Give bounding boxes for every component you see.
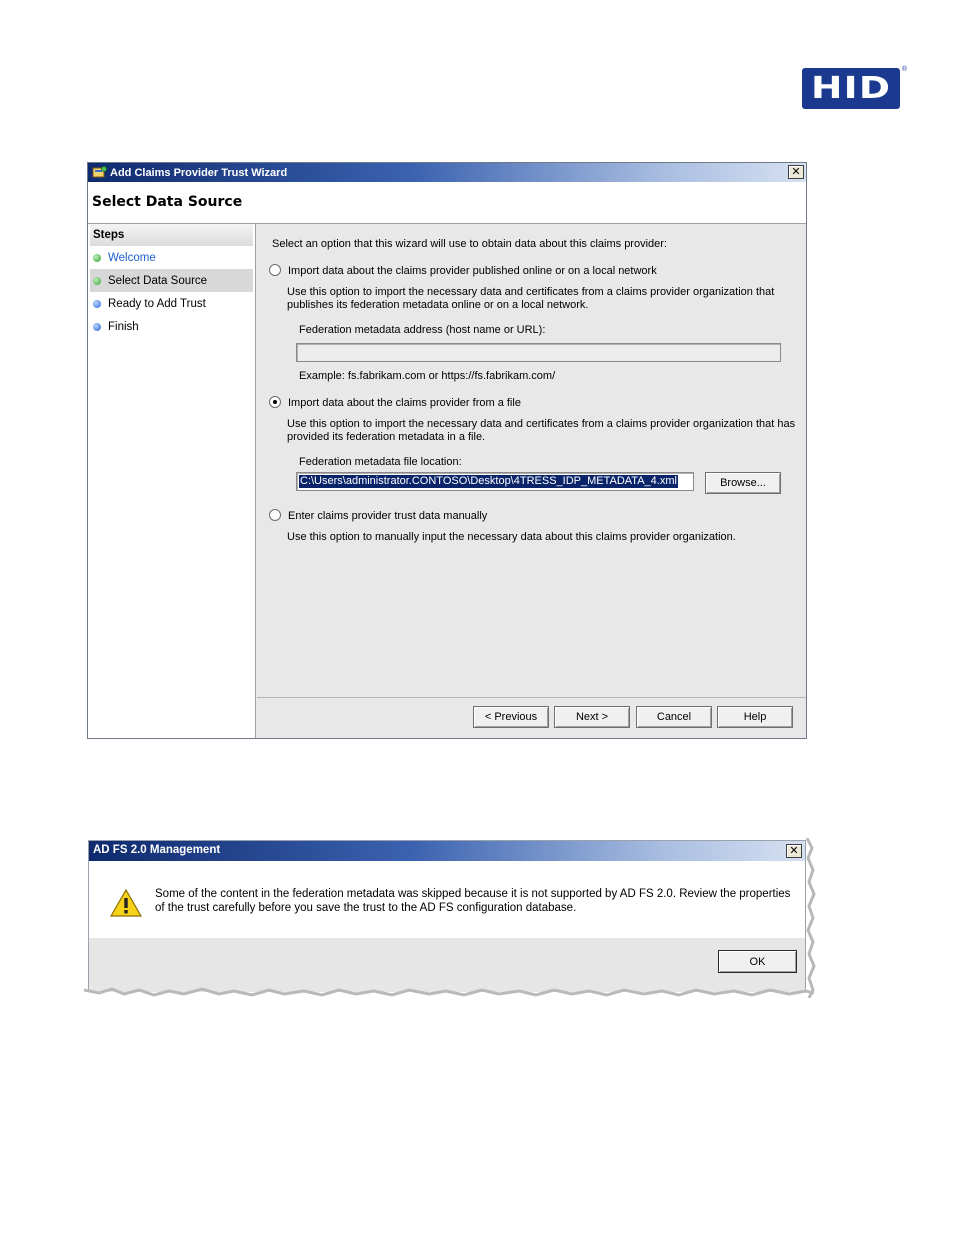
steps-panel: Steps Welcome Select Data Source Ready t…	[88, 224, 256, 738]
option-manual-label[interactable]: Enter claims provider trust data manuall…	[288, 510, 487, 522]
torn-edge-right	[805, 838, 816, 998]
hid-logo: HID ®	[802, 66, 907, 109]
wizard-header: Select Data Source	[88, 182, 806, 224]
registered-mark: ®	[901, 66, 907, 73]
step-label: Select Data Source	[108, 274, 208, 287]
step-current-icon	[93, 276, 101, 285]
option-manual-desc: Use this option to manually input the ne…	[287, 531, 736, 543]
browse-button[interactable]: Browse...	[705, 472, 781, 494]
adfs-management-message-box: AD FS 2.0 Management ✕ Some of the conte…	[88, 840, 806, 992]
option-online-label[interactable]: Import data about the claims provider pu…	[288, 265, 657, 277]
metadata-address-label: Federation metadata address (host name o…	[299, 324, 546, 336]
claims-provider-trust-wizard: Add Claims Provider Trust Wizard ✕ Selec…	[87, 162, 807, 739]
message-line-2: of the trust carefully before you save t…	[155, 902, 577, 914]
cancel-button[interactable]: Cancel	[636, 706, 712, 728]
radio-import-file[interactable]	[269, 396, 281, 408]
torn-edge-bottom	[84, 987, 814, 997]
file-location-label: Federation metadata file location:	[299, 456, 462, 468]
close-icon: ✕	[789, 844, 799, 857]
next-button[interactable]: Next >	[554, 706, 630, 728]
option-online-desc-1: Use this option to import the necessary …	[287, 286, 775, 298]
wizard-titlebar[interactable]: Add Claims Provider Trust Wizard ✕	[88, 163, 806, 182]
wizard-title: Add Claims Provider Trust Wizard	[110, 166, 288, 179]
metadata-address-input[interactable]	[296, 343, 781, 362]
file-location-input[interactable]: C:\Users\administrator.CONTOSO\Desktop\4…	[296, 472, 694, 491]
help-button[interactable]: Help	[717, 706, 793, 728]
message-text: Some of the content in the federation me…	[155, 887, 795, 915]
intro-text: Select an option that this wizard will u…	[272, 238, 667, 250]
metadata-address-example: Example: fs.fabrikam.com or https://fs.f…	[299, 370, 556, 382]
message-box-close-button[interactable]: ✕	[786, 844, 802, 858]
step-complete-icon	[93, 253, 101, 262]
option-file-desc-2: provided its federation metadata in a fi…	[287, 431, 486, 443]
radio-import-online[interactable]	[269, 264, 281, 276]
step-label: Welcome	[108, 251, 156, 264]
wizard-button-bar: < Previous Next > Cancel Help	[257, 697, 806, 738]
step-select-data-source[interactable]: Select Data Source	[90, 269, 253, 292]
ok-button[interactable]: OK	[718, 950, 797, 973]
previous-button[interactable]: < Previous	[473, 706, 549, 728]
wizard-app-icon	[91, 166, 107, 180]
file-location-value: C:\Users\administrator.CONTOSO\Desktop\4…	[299, 475, 678, 488]
message-box-body: Some of the content in the federation me…	[89, 861, 805, 938]
radio-enter-manually[interactable]	[269, 509, 281, 521]
message-line-1: Some of the content in the federation me…	[155, 888, 791, 900]
warning-icon	[109, 888, 143, 917]
wizard-content: Select an option that this wizard will u…	[257, 224, 806, 697]
step-finish: Finish	[88, 315, 255, 338]
message-box-title: AD FS 2.0 Management	[93, 844, 221, 856]
step-label: Finish	[108, 320, 139, 333]
message-box-titlebar[interactable]: AD FS 2.0 Management ✕	[89, 841, 805, 861]
step-pending-icon	[93, 299, 101, 308]
step-welcome[interactable]: Welcome	[88, 246, 255, 269]
option-online-desc-2: publishes its federation metadata online…	[287, 299, 589, 311]
wizard-close-button[interactable]: ✕	[788, 165, 804, 179]
option-file-label[interactable]: Import data about the claims provider fr…	[288, 397, 521, 409]
page-title: Select Data Source	[92, 194, 243, 210]
option-file-desc-1: Use this option to import the necessary …	[287, 418, 796, 430]
hid-logo-text: HID	[810, 70, 892, 106]
step-ready-to-add-trust: Ready to Add Trust	[88, 292, 255, 315]
close-icon: ✕	[791, 165, 801, 178]
step-label: Ready to Add Trust	[108, 297, 206, 310]
steps-title: Steps	[90, 224, 253, 246]
step-pending-icon	[93, 322, 101, 331]
